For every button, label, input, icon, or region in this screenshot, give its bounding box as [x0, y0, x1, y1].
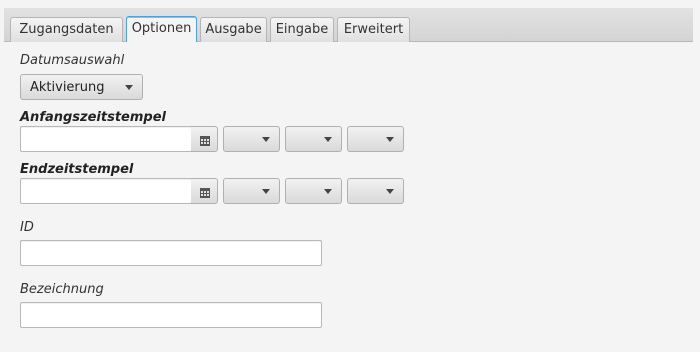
- bezeichnung-label: Bezeichnung: [20, 282, 104, 297]
- options-panel: Datumsauswahl Aktivierung Anfangszeitste…: [4, 42, 693, 347]
- tab-optionen[interactable]: Optionen: [126, 16, 197, 43]
- chevron-down-icon: [262, 137, 270, 142]
- calendar-icon: [200, 188, 210, 198]
- id-input[interactable]: [20, 240, 322, 266]
- tab-zugangsdaten[interactable]: Zugangsdaten: [10, 17, 123, 42]
- ende-minute-combo[interactable]: [285, 178, 342, 204]
- anfang-second-combo[interactable]: [347, 126, 404, 152]
- anfang-hour-combo[interactable]: [223, 126, 280, 152]
- tab-eingabe[interactable]: Eingabe: [270, 17, 334, 42]
- datumsauswahl-value: Aktivierung: [30, 80, 105, 95]
- ende-date-input[interactable]: [20, 178, 192, 204]
- ende-second-combo[interactable]: [347, 178, 404, 204]
- chevron-down-icon: [324, 137, 332, 142]
- calendar-icon: [200, 136, 210, 146]
- endzeitstempel-label: Endzeitstempel: [20, 162, 134, 177]
- options-dialog: Zugangsdaten Optionen Ausgabe Eingabe Er…: [0, 0, 700, 352]
- ende-calendar-button[interactable]: [191, 178, 218, 204]
- chevron-down-icon: [386, 189, 394, 194]
- ende-hour-combo[interactable]: [223, 178, 280, 204]
- chevron-down-icon: [125, 85, 133, 90]
- chevron-down-icon: [324, 189, 332, 194]
- tab-ausgabe[interactable]: Ausgabe: [200, 17, 267, 42]
- id-label: ID: [20, 220, 34, 235]
- tab-bar: Zugangsdaten Optionen Ausgabe Eingabe Er…: [4, 8, 693, 43]
- chevron-down-icon: [386, 137, 394, 142]
- anfang-date-input[interactable]: [20, 126, 192, 152]
- bezeichnung-input[interactable]: [20, 302, 322, 328]
- anfang-calendar-button[interactable]: [191, 126, 218, 152]
- tab-erweitert[interactable]: Erweitert: [337, 17, 410, 42]
- anfangszeitstempel-label: Anfangszeitstempel: [20, 110, 166, 125]
- chevron-down-icon: [262, 189, 270, 194]
- datumsauswahl-combo[interactable]: Aktivierung: [20, 74, 143, 100]
- datumsauswahl-label: Datumsauswahl: [20, 53, 125, 68]
- anfang-minute-combo[interactable]: [285, 126, 342, 152]
